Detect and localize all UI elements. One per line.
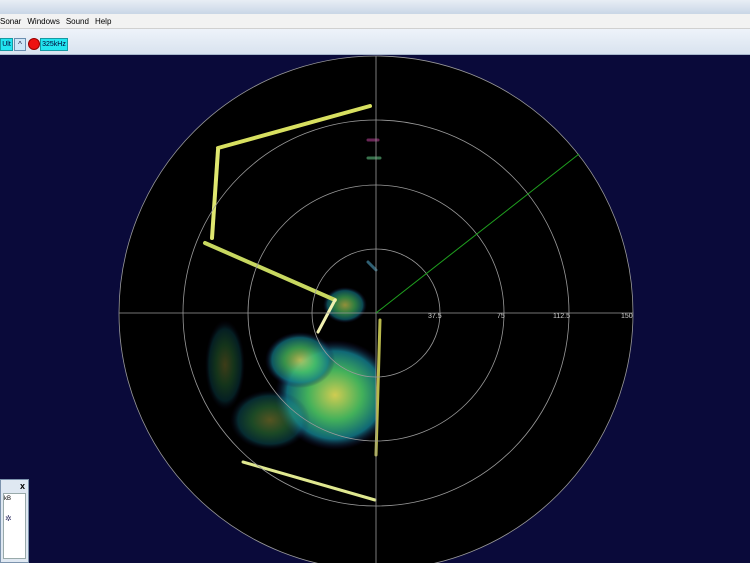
ult-button[interactable]: Ult — [0, 38, 13, 51]
record-button[interactable] — [28, 38, 40, 50]
floating-panel: x kB ✲ — [0, 479, 29, 563]
menu-sonar[interactable]: Sonar — [0, 17, 27, 26]
range-label: 112.5 — [553, 313, 570, 320]
panel-content — [3, 493, 26, 559]
menu-bar: Sonar Windows Sound Help — [0, 14, 750, 29]
menu-sound[interactable]: Sound — [66, 17, 95, 26]
chevron-up-icon[interactable]: ^ — [14, 38, 26, 51]
units-label: kB — [4, 496, 12, 502]
echo-blob-far — [205, 320, 245, 410]
echo-blob-center — [323, 287, 367, 323]
toolbar: Ult ^ 325kHz — [0, 29, 750, 55]
menu-windows[interactable]: Windows — [27, 17, 65, 26]
echo-blob-upper — [265, 332, 335, 388]
close-icon[interactable]: x — [20, 481, 25, 491]
gear-icon[interactable]: ✲ — [5, 514, 12, 523]
range-label: 150 — [621, 313, 633, 320]
echo-blob-left — [230, 390, 310, 450]
range-label: 37.5 — [428, 313, 442, 320]
frequency-button[interactable]: 325kHz — [40, 38, 68, 51]
range-label: 75 — [497, 313, 505, 320]
sonar-display[interactable]: 37.5 75 112.5 150 — [0, 55, 750, 563]
menu-help[interactable]: Help — [95, 17, 117, 26]
window-title-bar — [0, 0, 750, 15]
